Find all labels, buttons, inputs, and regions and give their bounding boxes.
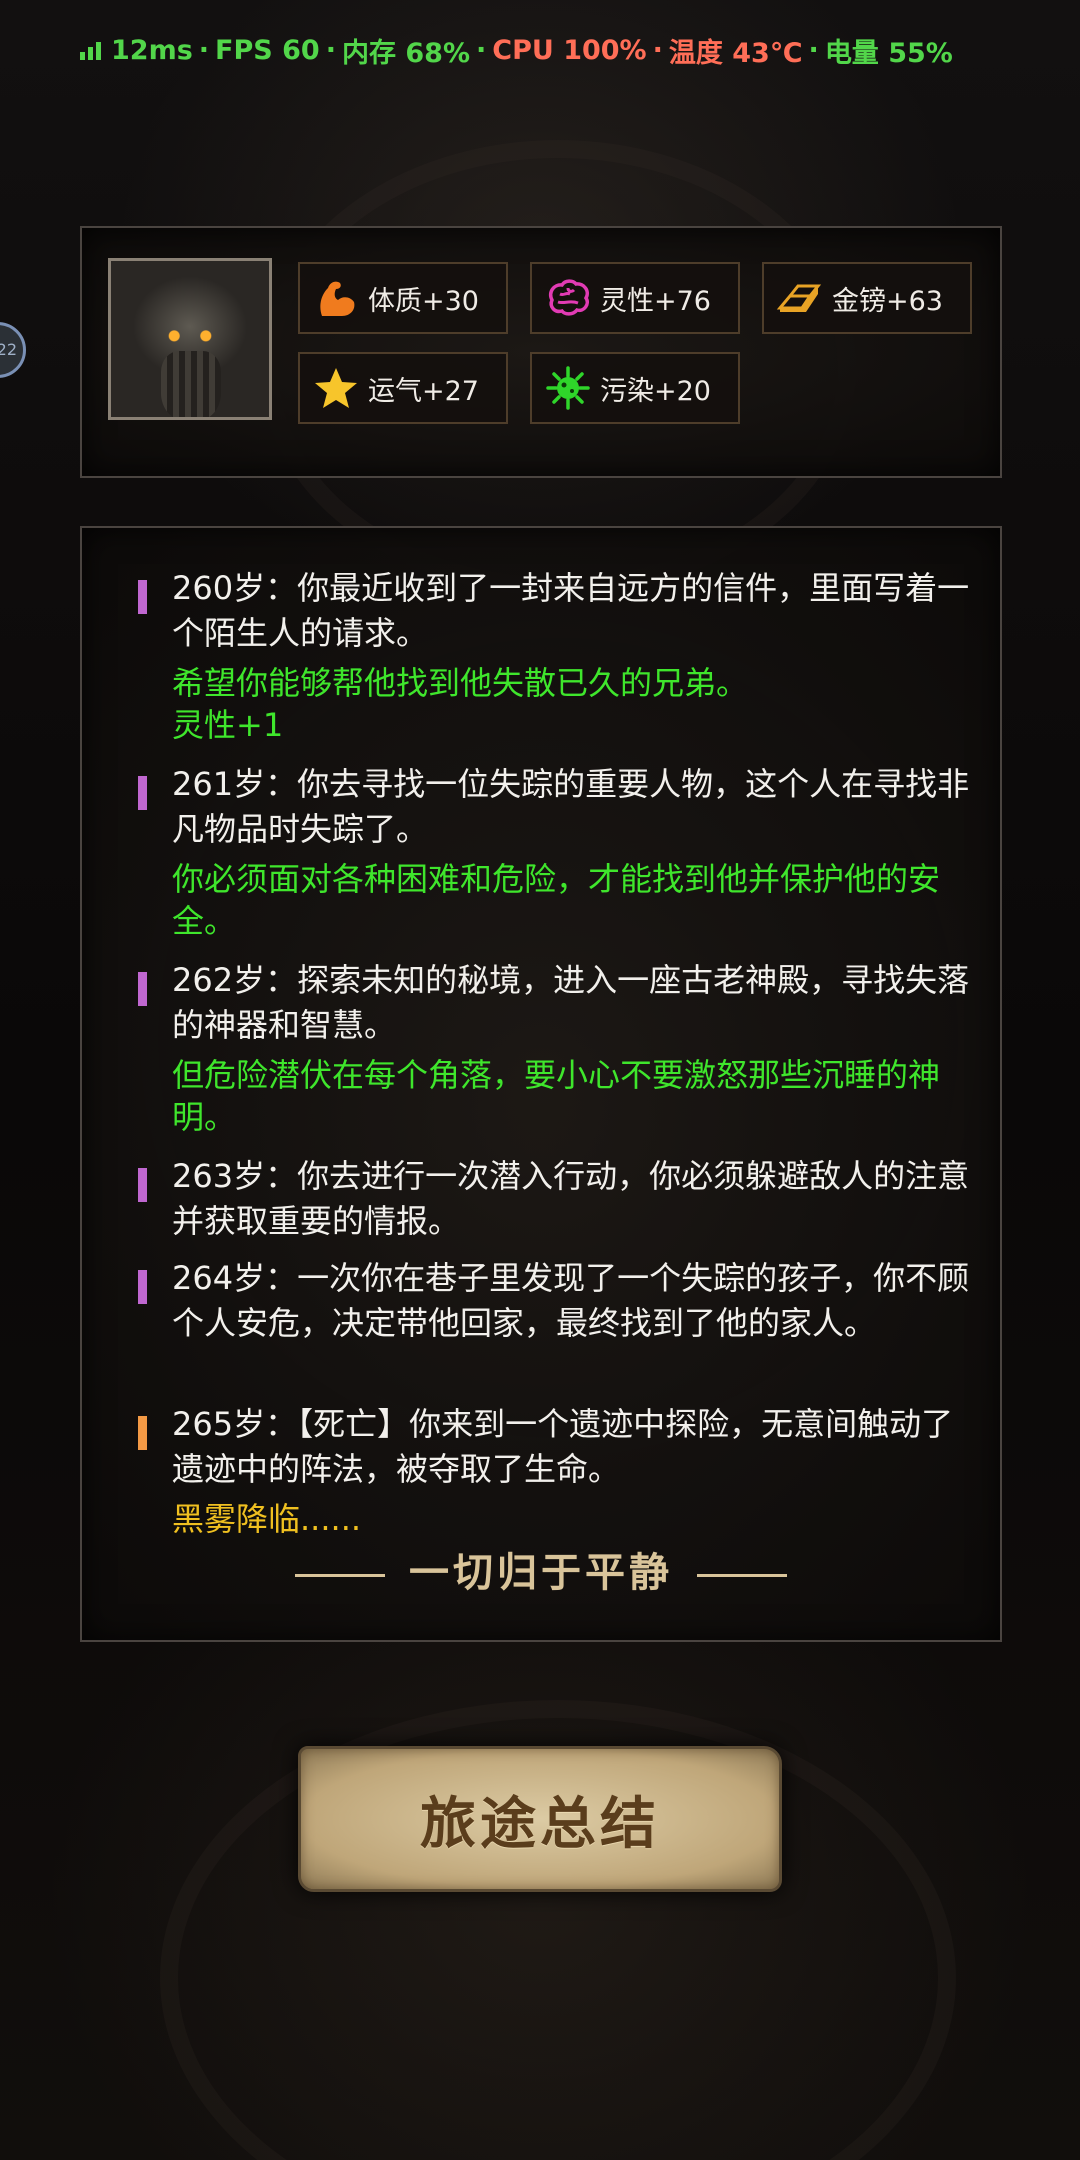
performance-status-bar: 12ms · FPS 60 · 内存 68% · CPU 100% · 温度 4… [80, 30, 953, 70]
separator: · [808, 34, 819, 66]
attribute-label: 灵性+76 [600, 285, 711, 317]
ending-divider: 一切归于平静 [82, 1540, 1000, 1598]
log-entry: 264岁：一次你在巷子里发现了一个失踪的孩子，你不顾个人安危，决定带他回家，最终… [132, 1256, 972, 1346]
entry-text: 263岁：你去进行一次潜入行动，你必须躲避敌人的注意并获取重要的情报。 [172, 1157, 970, 1240]
entry-marker [138, 1416, 147, 1450]
log-entry: 261岁：你去寻找一位失踪的重要人物，这个人在寻找非凡物品时失踪了。 你必须面对… [132, 762, 972, 942]
gold-bars-icon [776, 284, 822, 312]
entry-text: 265岁：【死亡】你来到一个遗迹中探险，无意间触动了遗迹中的阵法，被夺取了生命。 [172, 1405, 954, 1488]
cpu-value: CPU 100% [492, 34, 647, 66]
log-entry: 260岁：你最近收到了一封来自远方的信件，里面写着一个陌生人的请求。 希望你能够… [132, 566, 972, 746]
latency-value: 12ms [111, 34, 193, 66]
divider-line [295, 1573, 385, 1577]
attribute-label: 运气+27 [368, 375, 479, 407]
ending-text: 一切归于平静 [409, 1550, 673, 1596]
germ-icon [546, 366, 590, 410]
avatar-tentacles [161, 351, 221, 417]
entry-text: 261岁：你去寻找一位失踪的重要人物，这个人在寻找非凡物品时失踪了。 [172, 765, 970, 848]
separator: · [325, 34, 336, 66]
game-screen: 12ms · FPS 60 · 内存 68% · CPU 100% · 温度 4… [0, 0, 1080, 2160]
divider-line [697, 1573, 787, 1577]
log-entry-death: 265岁：【死亡】你来到一个遗迹中探险，无意间触动了遗迹中的阵法，被夺取了生命。… [132, 1402, 972, 1540]
star-icon [315, 368, 357, 408]
fps-value: FPS 60 [215, 34, 320, 66]
attribute-luck[interactable]: 运气+27 [298, 352, 508, 424]
muscle-arm-icon [320, 281, 355, 316]
attribute-label: 体质+30 [368, 285, 479, 317]
battery-value: 电量 55% [824, 37, 953, 69]
entry-marker [138, 972, 147, 1006]
temperature-value: 温度 43℃ [668, 37, 803, 69]
separator: · [476, 34, 487, 66]
entry-marker [138, 776, 147, 810]
entry-text: 264岁：一次你在巷子里发现了一个失踪的孩子，你不顾个人安危，决定带他回家，最终… [172, 1259, 970, 1342]
attribute-label: 污染+20 [600, 375, 711, 407]
entry-note: 你必须面对各种困难和危险，才能找到他并保护他的安全。 [172, 860, 941, 940]
floating-side-badge[interactable]: 22 [0, 322, 26, 378]
entry-text: 262岁：探索未知的秘境，进入一座古老神殿，寻找失落的神器和智慧。 [172, 961, 970, 1044]
character-avatar[interactable] [108, 258, 272, 420]
journey-summary-label: 旅途总结 [420, 1790, 660, 1857]
attribute-constitution[interactable]: 体质+30 [298, 262, 508, 334]
attribute-spirituality[interactable]: 灵性+76 [530, 262, 740, 334]
entry-note: 黑雾降临...... [172, 1500, 362, 1538]
log-entry: 262岁：探索未知的秘境，进入一座古老神殿，寻找失落的神器和智慧。 但危险潜伏在… [132, 958, 972, 1138]
entry-marker [138, 1168, 147, 1202]
attribute-pollution[interactable]: 污染+20 [530, 352, 740, 424]
memory-value: 内存 68% [341, 37, 470, 69]
attribute-pounds[interactable]: 金镑+63 [762, 262, 972, 334]
attribute-panel: 体质+30 灵性+76 金镑+63 运气+27 污染+20 [80, 226, 1002, 478]
entry-note: 希望你能够帮他找到他失散已久的兄弟。 灵性+1 [172, 664, 749, 744]
entry-text: 260岁：你最近收到了一封来自远方的信件，里面写着一个陌生人的请求。 [172, 569, 970, 652]
separator: · [198, 34, 210, 66]
journey-summary-button[interactable]: 旅途总结 [298, 1746, 782, 1892]
life-log-panel: 260岁：你最近收到了一封来自远方的信件，里面写着一个陌生人的请求。 希望你能够… [80, 526, 1002, 1642]
entry-marker [138, 580, 147, 614]
log-entry: 263岁：你去进行一次潜入行动，你必须躲避敌人的注意并获取重要的情报。 [132, 1154, 972, 1244]
attribute-label: 金镑+63 [832, 285, 943, 317]
brain-icon [549, 279, 590, 316]
separator: · [652, 34, 663, 66]
entry-note: 但危险潜伏在每个角落，要小心不要激怒那些沉睡的神明。 [172, 1056, 941, 1136]
entry-marker [138, 1270, 147, 1304]
signal-icon [80, 40, 101, 60]
